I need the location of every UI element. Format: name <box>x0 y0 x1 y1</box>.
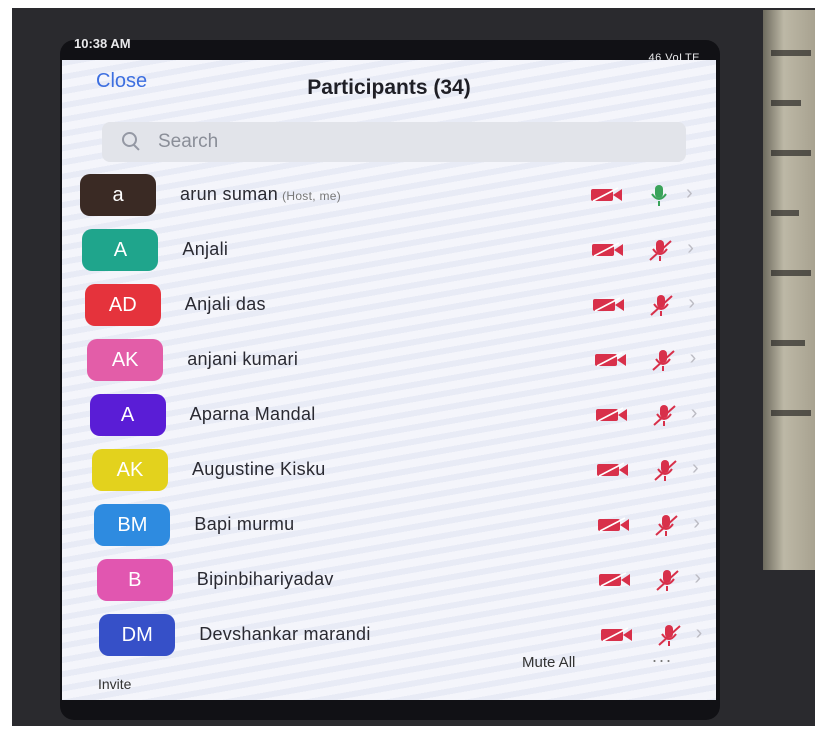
participant-name: Anjali das <box>185 294 266 315</box>
bottom-bar: Mute All ... <box>62 644 716 700</box>
mute-all-button[interactable]: Mute All <box>522 654 575 671</box>
chevron-right-icon[interactable]: › <box>688 292 695 315</box>
avatar: A <box>82 229 159 271</box>
mic-muted-icon <box>647 237 673 263</box>
participant-name-text: Devshankar marandi <box>199 624 371 644</box>
participant-name: Bapi murmu <box>194 514 294 535</box>
chevron-right-icon[interactable]: › <box>692 457 699 480</box>
video-off-icon <box>598 572 632 588</box>
participant-name-text: Anjali <box>182 239 229 259</box>
participant-name: anjani kumari <box>187 349 298 370</box>
participant-row[interactable]: A Anjali › <box>62 223 716 278</box>
participant-name-text: anjani kumari <box>187 349 299 369</box>
search-input[interactable] <box>156 130 640 154</box>
avatar: A <box>89 394 166 436</box>
participant-name-text: Bipinbihariyadav <box>196 569 334 589</box>
participant-name: Bipinbihariyadav <box>197 569 334 590</box>
participant-row[interactable]: a arun suman (Host, me) › <box>62 168 716 223</box>
participant-row[interactable]: AK Augustine Kisku › <box>62 443 716 498</box>
host-badge: (Host, me) <box>282 189 342 203</box>
chevron-right-icon[interactable]: › <box>686 182 693 205</box>
avatar: BM <box>94 504 171 546</box>
participant-name: Devshankar marandi <box>199 624 370 645</box>
video-off-icon <box>592 297 626 313</box>
participant-name-text: Aparna Mandal <box>189 404 316 424</box>
mic-muted-icon <box>652 457 678 483</box>
mic-muted-icon <box>650 347 676 373</box>
participant-name-text: Augustine Kisku <box>192 459 326 479</box>
participant-name: arun suman (Host, me) <box>180 184 341 205</box>
chevron-right-icon[interactable]: › <box>687 237 694 260</box>
video-off-icon <box>595 407 629 423</box>
top-bar: Close Participants (34) <box>62 60 716 120</box>
invite-button[interactable]: Invite <box>98 676 131 692</box>
mic-muted-icon <box>654 567 680 593</box>
video-off-icon <box>590 187 624 203</box>
video-off-icon <box>600 627 634 643</box>
participant-name: Anjali <box>182 239 228 260</box>
mic-muted-icon <box>651 402 677 428</box>
participant-name-text: Anjali das <box>184 294 266 314</box>
avatar: AK <box>87 339 164 381</box>
participant-row[interactable]: AD Anjali das › <box>62 278 716 333</box>
participant-row[interactable]: BM Bapi murmu › <box>62 498 716 553</box>
avatar: B <box>96 559 173 601</box>
page-title: Participants (34) <box>307 76 471 99</box>
participant-name: Augustine Kisku <box>192 459 326 480</box>
status-bar: 10:38 AM 46 VoLTE <box>60 30 720 64</box>
avatar: a <box>80 174 156 216</box>
search-bar[interactable] <box>102 122 686 162</box>
status-time: 10:38 AM <box>74 36 131 51</box>
chevron-right-icon[interactable]: › <box>690 347 697 370</box>
video-off-icon <box>594 352 628 368</box>
chevron-right-icon[interactable]: › <box>694 567 701 590</box>
chevron-right-icon[interactable]: › <box>693 512 700 535</box>
paper-edge <box>763 10 815 570</box>
chevron-right-icon[interactable]: › <box>696 622 703 645</box>
participant-row[interactable]: B Bipinbihariyadav › <box>62 553 716 608</box>
video-off-icon <box>596 462 630 478</box>
participant-name-text: Bapi murmu <box>194 514 295 534</box>
mic-muted-icon <box>653 512 679 538</box>
participant-name: Aparna Mandal <box>190 404 316 425</box>
video-off-icon <box>591 242 625 258</box>
avatar: AD <box>84 284 161 326</box>
search-icon <box>122 132 142 152</box>
more-button[interactable]: ... <box>652 646 673 667</box>
participant-row[interactable]: AK anjani kumari › <box>62 333 716 388</box>
avatar: AK <box>92 449 168 491</box>
chevron-right-icon[interactable]: › <box>691 402 698 425</box>
mic-on-icon <box>646 182 672 208</box>
participant-name-text: arun suman <box>180 184 279 204</box>
mic-muted-icon <box>648 292 674 318</box>
video-off-icon <box>597 517 631 533</box>
participant-row[interactable]: A Aparna Mandal › <box>62 388 716 443</box>
participant-list: a arun suman (Host, me) › A Anjali › AD Anjali d… <box>62 168 716 663</box>
participants-screen: Close Participants (34) a arun suman(Host… <box>62 60 716 700</box>
